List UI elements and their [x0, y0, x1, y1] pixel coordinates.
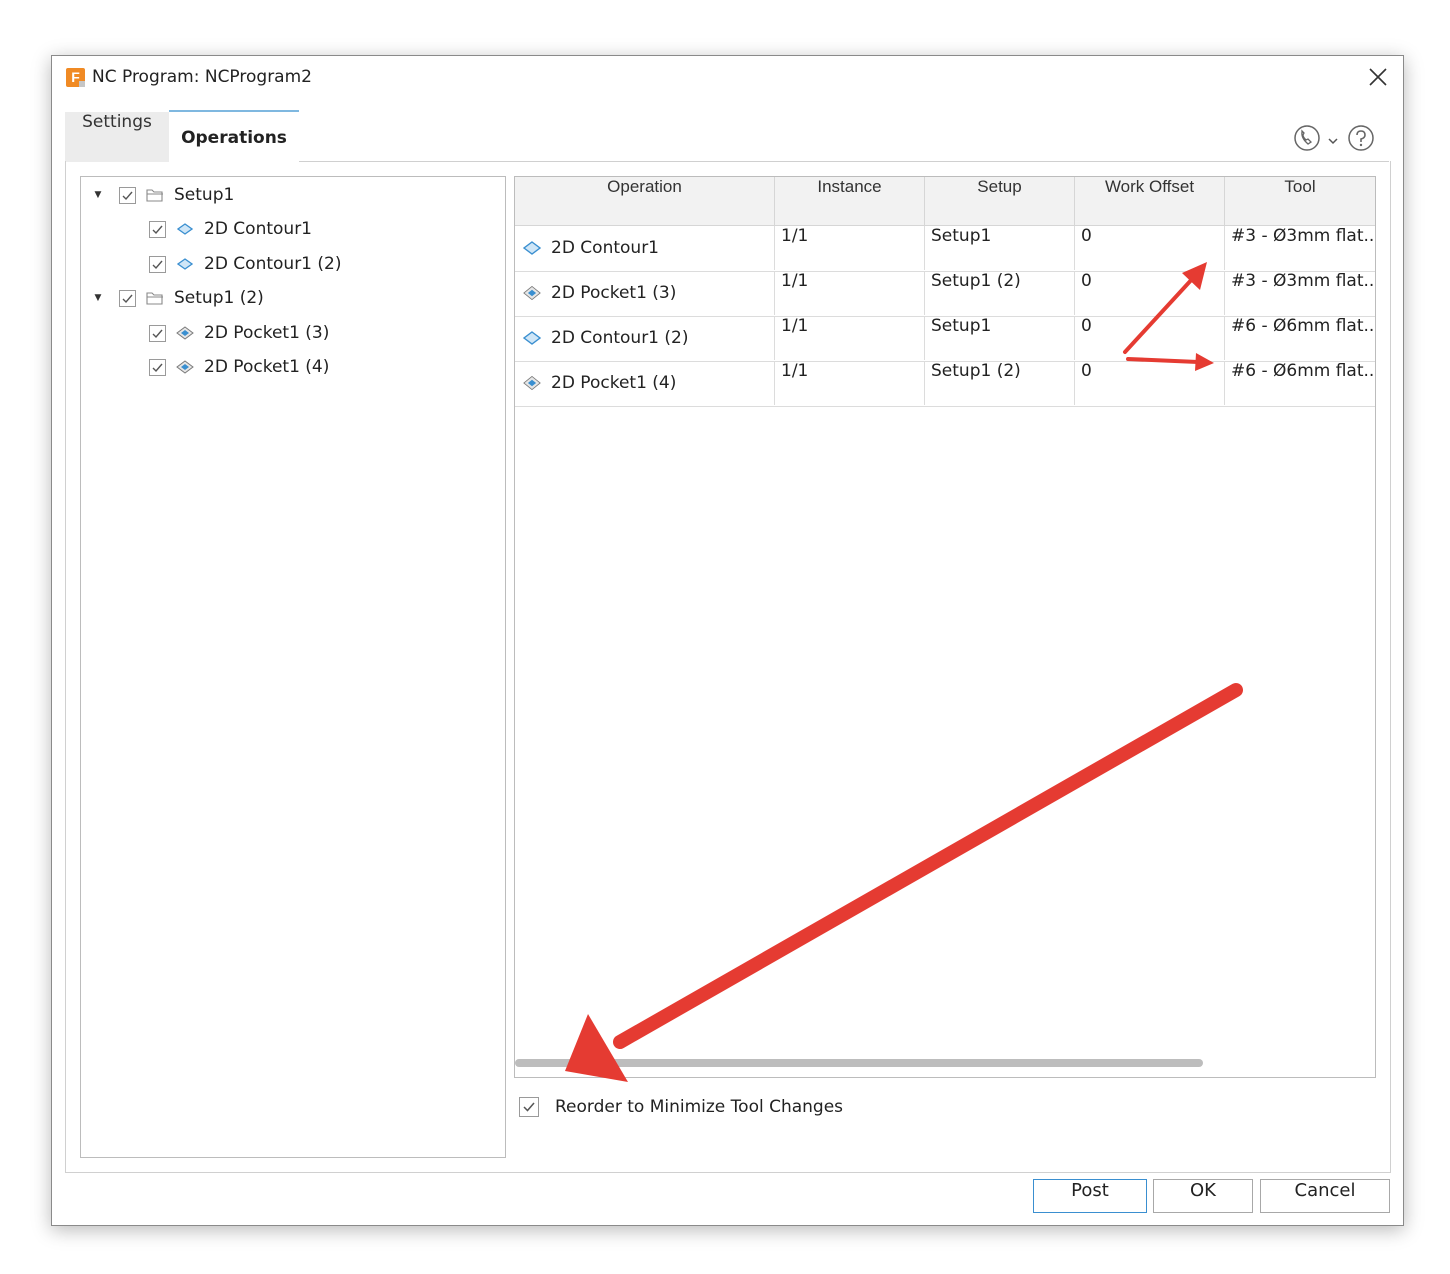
horizontal-scrollbar[interactable] [515, 1059, 1203, 1067]
reorder-option[interactable]: Reorder to Minimize Tool Changes [519, 1094, 843, 1120]
table-row[interactable]: 2D Contour1 1/1 Setup1 0 #3 - Ø3mm flat.… [515, 226, 1375, 272]
2d-pocket1-3-checkbox[interactable] [149, 324, 166, 342]
column-header-operation[interactable]: Operation [515, 177, 775, 225]
grid-header: Operation Instance Setup Work Offset Too… [515, 177, 1375, 226]
cell-instance: 1/1 [775, 271, 925, 315]
tree-item-setup1-2[interactable]: ▼ Setup1 (2) [91, 283, 264, 313]
operation-name: 2D Pocket1 (3) [551, 283, 677, 303]
cell-work-offset: 0 [1075, 226, 1225, 270]
operations-grid: Operation Instance Setup Work Offset Too… [514, 176, 1376, 1078]
contour-icon [176, 256, 194, 272]
contour-icon [523, 330, 541, 346]
tree-item-label: 2D Contour1 (2) [204, 254, 342, 274]
cell-setup: Setup1 (2) [925, 361, 1075, 405]
cell-operation: 2D Pocket1 (4) [515, 361, 775, 405]
reorder-checkbox[interactable] [519, 1097, 539, 1117]
cell-tool: #6 - Ø6mm flat... [1231, 361, 1375, 381]
expand-arrow-icon[interactable]: ▼ [91, 293, 105, 303]
tree-item-label: 2D Pocket1 (3) [204, 323, 330, 343]
column-header-setup[interactable]: Setup [925, 177, 1075, 225]
operations-tree: ▼ Setup1 2D Contour1 2D Contour1 (2) ▼ S… [80, 176, 506, 1158]
tree-item-2d-contour1-2[interactable]: 2D Contour1 (2) [149, 249, 342, 279]
cell-instance: 1/1 [775, 361, 925, 405]
cell-work-offset: 0 [1075, 361, 1225, 405]
2d-pocket1-4-checkbox[interactable] [149, 358, 166, 376]
cell-instance: 1/1 [775, 226, 925, 270]
pocket-icon [176, 359, 194, 375]
pocket-icon [523, 285, 541, 301]
cell-work-offset: 0 [1075, 316, 1225, 360]
cell-setup: Setup1 (2) [925, 271, 1075, 315]
cell-tool: #6 - Ø6mm flat... [1231, 316, 1375, 336]
tree-item-label: Setup1 [174, 185, 235, 205]
tree-item-setup1[interactable]: ▼ Setup1 [91, 180, 235, 210]
title-bar: F NC Program: NCProgram2 [52, 56, 1403, 100]
tab-bar: Settings Operations [65, 110, 1389, 164]
table-row[interactable]: 2D Contour1 (2) 1/1 Setup1 0 #6 - Ø6mm f… [515, 316, 1375, 362]
cell-operation: 2D Contour1 [515, 226, 775, 270]
column-header-tool[interactable]: Tool [1225, 177, 1375, 225]
operation-name: 2D Contour1 (2) [551, 328, 689, 348]
header-icons [1293, 124, 1385, 154]
setup1-2-checkbox[interactable] [119, 289, 136, 307]
folder-icon [146, 187, 164, 203]
post-button[interactable]: Post [1033, 1179, 1147, 1213]
tree-item-2d-contour1[interactable]: 2D Contour1 [149, 214, 312, 244]
pocket-icon [523, 375, 541, 391]
tab-settings[interactable]: Settings [65, 112, 169, 162]
ok-button[interactable]: OK [1153, 1179, 1253, 1213]
pocket-icon [176, 325, 194, 341]
operation-name: 2D Contour1 [551, 238, 660, 258]
tree-item-label: 2D Pocket1 (4) [204, 357, 330, 377]
close-icon[interactable] [1367, 66, 1389, 88]
tree-item-label: Setup1 (2) [174, 288, 264, 308]
contour-icon [523, 240, 541, 256]
2d-contour1-2-checkbox[interactable] [149, 255, 166, 273]
tree-item-label: 2D Contour1 [204, 219, 313, 239]
fusion-app-icon: F [66, 68, 85, 87]
nc-program-dialog: F NC Program: NCProgram2 Settings Operat… [51, 55, 1404, 1226]
setup1-checkbox[interactable] [119, 186, 136, 204]
cell-work-offset: 0 [1075, 271, 1225, 315]
support-phone-icon[interactable] [1293, 124, 1321, 156]
reorder-label: Reorder to Minimize Tool Changes [555, 1097, 844, 1117]
cell-instance: 1/1 [775, 316, 925, 360]
help-icon[interactable] [1347, 124, 1375, 156]
window-title: NC Program: NCProgram2 [92, 67, 312, 87]
table-row[interactable]: 2D Pocket1 (4) 1/1 Setup1 (2) 0 #6 - Ø6m… [515, 361, 1375, 407]
folder-icon [146, 290, 164, 306]
cell-operation: 2D Pocket1 (3) [515, 271, 775, 315]
chevron-down-icon[interactable] [1327, 132, 1339, 151]
cell-tool: #3 - Ø3mm flat... [1231, 271, 1375, 291]
tree-item-2d-pocket1-4[interactable]: 2D Pocket1 (4) [149, 352, 329, 382]
column-header-work-offset[interactable]: Work Offset [1075, 177, 1225, 225]
2d-contour1-checkbox[interactable] [149, 220, 166, 238]
column-header-instance[interactable]: Instance [775, 177, 925, 225]
contour-icon [176, 221, 194, 237]
expand-arrow-icon[interactable]: ▼ [91, 190, 105, 200]
cell-tool: #3 - Ø3mm flat... [1231, 226, 1375, 246]
cancel-button[interactable]: Cancel [1260, 1179, 1390, 1213]
tab-operations[interactable]: Operations [169, 110, 299, 164]
table-row[interactable]: 2D Pocket1 (3) 1/1 Setup1 (2) 0 #3 - Ø3m… [515, 271, 1375, 317]
operation-name: 2D Pocket1 (4) [551, 373, 677, 393]
cell-setup: Setup1 [925, 316, 1075, 360]
cell-setup: Setup1 [925, 226, 1075, 270]
cell-operation: 2D Contour1 (2) [515, 316, 775, 360]
tree-item-2d-pocket1-3[interactable]: 2D Pocket1 (3) [149, 318, 329, 348]
